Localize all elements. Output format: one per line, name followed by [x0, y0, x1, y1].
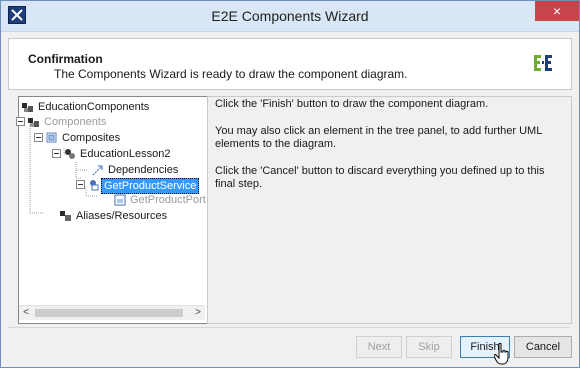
- package-icon: [22, 101, 34, 113]
- window-title: E2E Components Wizard: [211, 8, 369, 24]
- page-subtitle: The Components Wizard is ready to draw t…: [54, 67, 408, 81]
- tree-item-label: Aliases/Resources: [76, 210, 168, 222]
- tree-item-label: Dependencies: [108, 164, 179, 176]
- cancel-button[interactable]: Cancel: [514, 336, 572, 358]
- port-icon: [114, 194, 126, 206]
- components-icon: [28, 116, 40, 128]
- mouse-cursor-icon: [493, 342, 510, 365]
- service-icon: [88, 179, 100, 191]
- info-paragraph-cancel: Click the 'Cancel' button to discard eve…: [215, 165, 545, 190]
- page-title: Confirmation: [28, 52, 103, 66]
- e2e-logo-icon: [532, 52, 554, 74]
- collapse-icon[interactable]: [52, 148, 64, 160]
- collapse-icon[interactable]: [76, 179, 88, 191]
- component-icon: [64, 148, 76, 160]
- tree-item-label: Composites: [62, 132, 121, 144]
- scroll-left-icon[interactable]: <: [19, 306, 33, 320]
- horizontal-scrollbar[interactable]: < >: [19, 305, 205, 320]
- close-button[interactable]: ×: [535, 1, 579, 21]
- aliases-icon: [60, 210, 72, 222]
- scroll-thumb[interactable]: [35, 309, 183, 317]
- collapse-icon[interactable]: [16, 116, 28, 128]
- dependency-icon: [92, 164, 104, 176]
- next-button[interactable]: Next: [356, 336, 402, 358]
- close-icon: ×: [552, 3, 562, 19]
- tree-item-label: GetProductService: [101, 178, 200, 194]
- skip-button[interactable]: Skip: [406, 336, 452, 358]
- tree-item-label: EducationComponents: [38, 101, 150, 113]
- scroll-right-icon[interactable]: >: [191, 306, 205, 320]
- title-bar[interactable]: E2E Components Wizard ×: [1, 1, 579, 32]
- info-paragraph-finish: Click the 'Finish' button to draw the co…: [215, 98, 489, 110]
- info-paragraph-tree: You may also click an element in the tre…: [215, 125, 542, 150]
- tree-item-label: EducationLesson2: [80, 148, 171, 160]
- composites-icon: [46, 132, 58, 144]
- collapse-icon[interactable]: [34, 132, 46, 144]
- divider: [8, 327, 570, 328]
- tree-item-label: Components: [44, 116, 107, 128]
- tree-item-label: GetProductPort: [130, 194, 206, 206]
